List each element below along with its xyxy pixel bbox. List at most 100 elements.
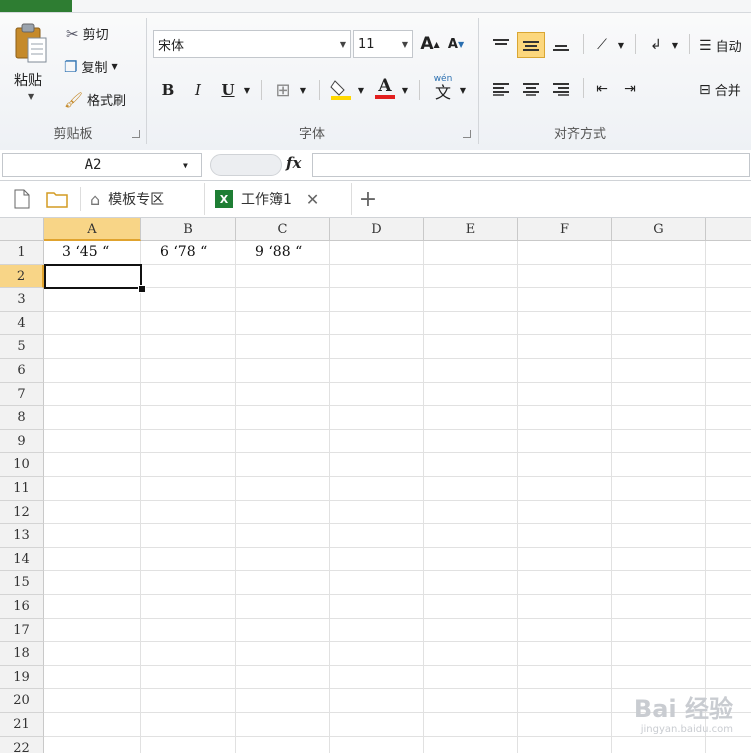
font-launcher-icon[interactable] [463,130,471,138]
paste-button[interactable]: 粘贴 [14,70,42,90]
scissors-icon: ✂ [66,24,79,43]
cell-c1[interactable]: 9 ‘88 “ [255,244,302,260]
add-tab-icon[interactable]: + [356,187,380,212]
file-tab[interactable] [0,0,72,12]
close-icon[interactable]: ✕ [306,190,319,209]
fill-handle[interactable] [138,285,146,294]
row-header[interactable]: 18 [0,642,44,666]
align-middle-icon[interactable] [517,32,545,58]
align-bottom-icon[interactable] [547,32,575,58]
font-size-select[interactable]: 11 ▼ [353,30,413,58]
formula-splitter[interactable] [210,154,282,176]
chevron-down-icon[interactable]: ▼ [183,161,201,170]
name-box-value: A2 [84,157,102,173]
active-cell-selection[interactable] [44,263,142,290]
wrap-text-label: 自动 [715,40,742,55]
italic-button[interactable]: I [187,78,209,102]
underline-button[interactable]: U [217,78,239,102]
row-header[interactable]: 9 [0,429,44,454]
chevron-down-icon[interactable]: ▼ [241,78,253,102]
paste-dropdown-icon[interactable]: ▼ [28,92,34,101]
format-painter-button[interactable]: 🖌 格式刷 [64,90,126,110]
select-all-corner[interactable] [0,218,44,241]
column-header[interactable]: D [330,218,424,241]
row-header[interactable]: 19 [0,665,44,690]
tab-label: 工作簿1 [241,192,292,208]
paste-icon[interactable] [14,22,48,66]
row-header[interactable]: 2 [0,264,44,289]
tab-label: 模板专区 [108,192,165,208]
row-header[interactable]: 12 [0,500,44,525]
wrap-text-button[interactable]: ☰ 自动 [699,36,742,56]
row-header[interactable]: 5 [0,335,44,359]
row-header[interactable]: 6 [0,359,44,383]
row-header[interactable]: 8 [0,406,44,430]
row-header[interactable]: 11 [0,477,44,501]
title-strip [0,0,751,13]
tab-workbook1[interactable]: X 工作簿1 ✕ [204,183,352,215]
chevron-down-icon[interactable]: ▼ [355,78,367,102]
shrink-font-label: A [447,36,458,52]
font-color-icon[interactable]: A [373,74,397,102]
column-header[interactable]: G [612,218,706,241]
row-header[interactable]: 3 [0,288,44,312]
cut-button[interactable]: ✂ 剪切 [66,24,109,44]
folder-icon[interactable] [44,187,70,211]
phonetic-guide-icon[interactable]: wén 文 [429,74,457,102]
bold-button[interactable]: B [157,78,179,102]
column-header[interactable]: A [44,218,141,241]
row-header[interactable]: 14 [0,547,44,572]
row-header[interactable]: 22 [0,736,44,753]
column-header[interactable]: E [424,218,518,241]
formula-input[interactable] [312,153,750,177]
rtl-icon[interactable]: ↲ [643,32,669,58]
cell-b1[interactable]: 6 ‘78 “ [160,244,207,260]
row-header[interactable]: 1 [0,241,44,265]
font-name-select[interactable]: 宋体 ▼ [153,30,351,58]
row-header[interactable]: 15 [0,571,44,595]
merge-cells-icon: ⊟ [699,81,711,98]
chevron-down-icon[interactable]: ▼ [297,78,309,102]
align-center-icon[interactable] [517,76,545,102]
ribbon: 粘贴 ▼ ✂ 剪切 ❐ 复制 ▼ 🖌 格式刷 剪贴板 宋体 ▼ 11 ▼ A ▲ … [0,0,751,151]
text-orientation-icon[interactable]: ⟋ [589,32,615,58]
row-header[interactable]: 10 [0,453,44,477]
row-header[interactable]: 4 [0,311,44,336]
merge-button[interactable]: ⊟ 合并 [699,80,741,100]
row-header[interactable]: 16 [0,595,44,619]
border-icon[interactable]: ⊞ [271,78,295,102]
row-header[interactable]: 20 [0,689,44,713]
row-header[interactable]: 7 [0,382,44,407]
tab-template-zone[interactable]: ⌂ 模板专区 [90,183,194,215]
align-left-icon[interactable] [487,76,515,102]
column-header[interactable]: C [236,218,330,241]
shrink-font-button[interactable]: A ▼ [445,32,467,56]
decrease-indent-icon[interactable]: ⇤ [589,76,615,102]
chevron-down-icon[interactable]: ▼ [399,78,411,102]
formula-bar: A2 ▼ fx [0,150,751,181]
fill-color-icon[interactable] [329,76,353,102]
align-top-icon[interactable] [487,32,515,58]
gridline [235,241,236,753]
fx-icon[interactable]: fx [286,154,301,172]
chevron-down-icon[interactable]: ▼ [669,32,681,58]
cell-a1[interactable]: 3 ‘45 “ [62,244,109,260]
chevron-down-icon[interactable]: ▼ [615,32,627,58]
row-header[interactable]: 17 [0,618,44,643]
divider [583,34,584,54]
row-header[interactable]: 13 [0,524,44,548]
align-right-icon[interactable] [547,76,575,102]
column-header[interactable]: F [518,218,612,241]
chevron-down-icon[interactable]: ▼ [457,78,469,102]
name-box[interactable]: A2 ▼ [2,153,202,177]
new-file-icon[interactable] [10,187,34,211]
column-header[interactable]: B [141,218,236,241]
increase-indent-icon[interactable]: ⇥ [617,76,643,102]
copy-button[interactable]: ❐ 复制 ▼ [64,57,118,77]
column-header[interactable] [706,218,751,241]
row-header[interactable]: 21 [0,713,44,737]
chevron-down-icon: ▼ [339,39,347,49]
gridline [423,241,424,753]
clipboard-launcher-icon[interactable] [132,130,140,138]
grow-font-button[interactable]: A ▲ [419,32,441,56]
